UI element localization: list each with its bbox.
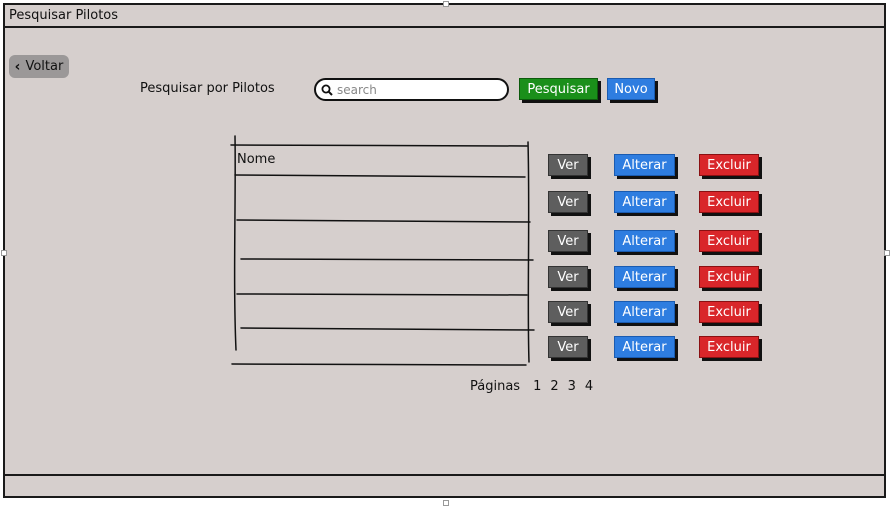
view-button[interactable]: Ver	[548, 301, 588, 323]
page-link-2[interactable]: 2	[550, 379, 558, 394]
page-link-3[interactable]: 3	[568, 379, 576, 394]
view-button[interactable]: Ver	[548, 154, 588, 176]
delete-button[interactable]: Excluir	[699, 154, 759, 176]
table-line	[240, 258, 534, 261]
edit-button[interactable]: Alterar	[614, 230, 675, 252]
table-left-border	[233, 135, 237, 351]
table-line	[240, 327, 535, 331]
view-button[interactable]: Ver	[548, 191, 588, 213]
page-link-1[interactable]: 1	[533, 379, 541, 394]
table-line	[236, 293, 528, 296]
view-button[interactable]: Ver	[548, 230, 588, 252]
view-button[interactable]: Ver	[548, 266, 588, 288]
delete-button[interactable]: Excluir	[699, 336, 759, 358]
table-line	[230, 144, 528, 147]
results-table	[230, 135, 535, 366]
page-link-4[interactable]: 4	[585, 379, 593, 394]
table-line	[231, 363, 527, 366]
edit-button[interactable]: Alterar	[614, 301, 675, 323]
edit-button[interactable]: Alterar	[614, 336, 675, 358]
delete-button[interactable]: Excluir	[699, 191, 759, 213]
edit-button[interactable]: Alterar	[614, 266, 675, 288]
edit-button[interactable]: Alterar	[614, 154, 675, 176]
delete-button[interactable]: Excluir	[699, 230, 759, 252]
delete-button[interactable]: Excluir	[699, 301, 759, 323]
table-line	[234, 174, 526, 178]
column-header-nome: Nome	[237, 152, 276, 167]
view-button[interactable]: Ver	[548, 336, 588, 358]
delete-button[interactable]: Excluir	[699, 266, 759, 288]
pagination-label: Páginas	[470, 379, 521, 394]
table-line	[236, 219, 531, 223]
table-right-border	[527, 141, 530, 363]
edit-button[interactable]: Alterar	[614, 191, 675, 213]
pagination: Páginas 1 2 3 4	[470, 379, 593, 394]
